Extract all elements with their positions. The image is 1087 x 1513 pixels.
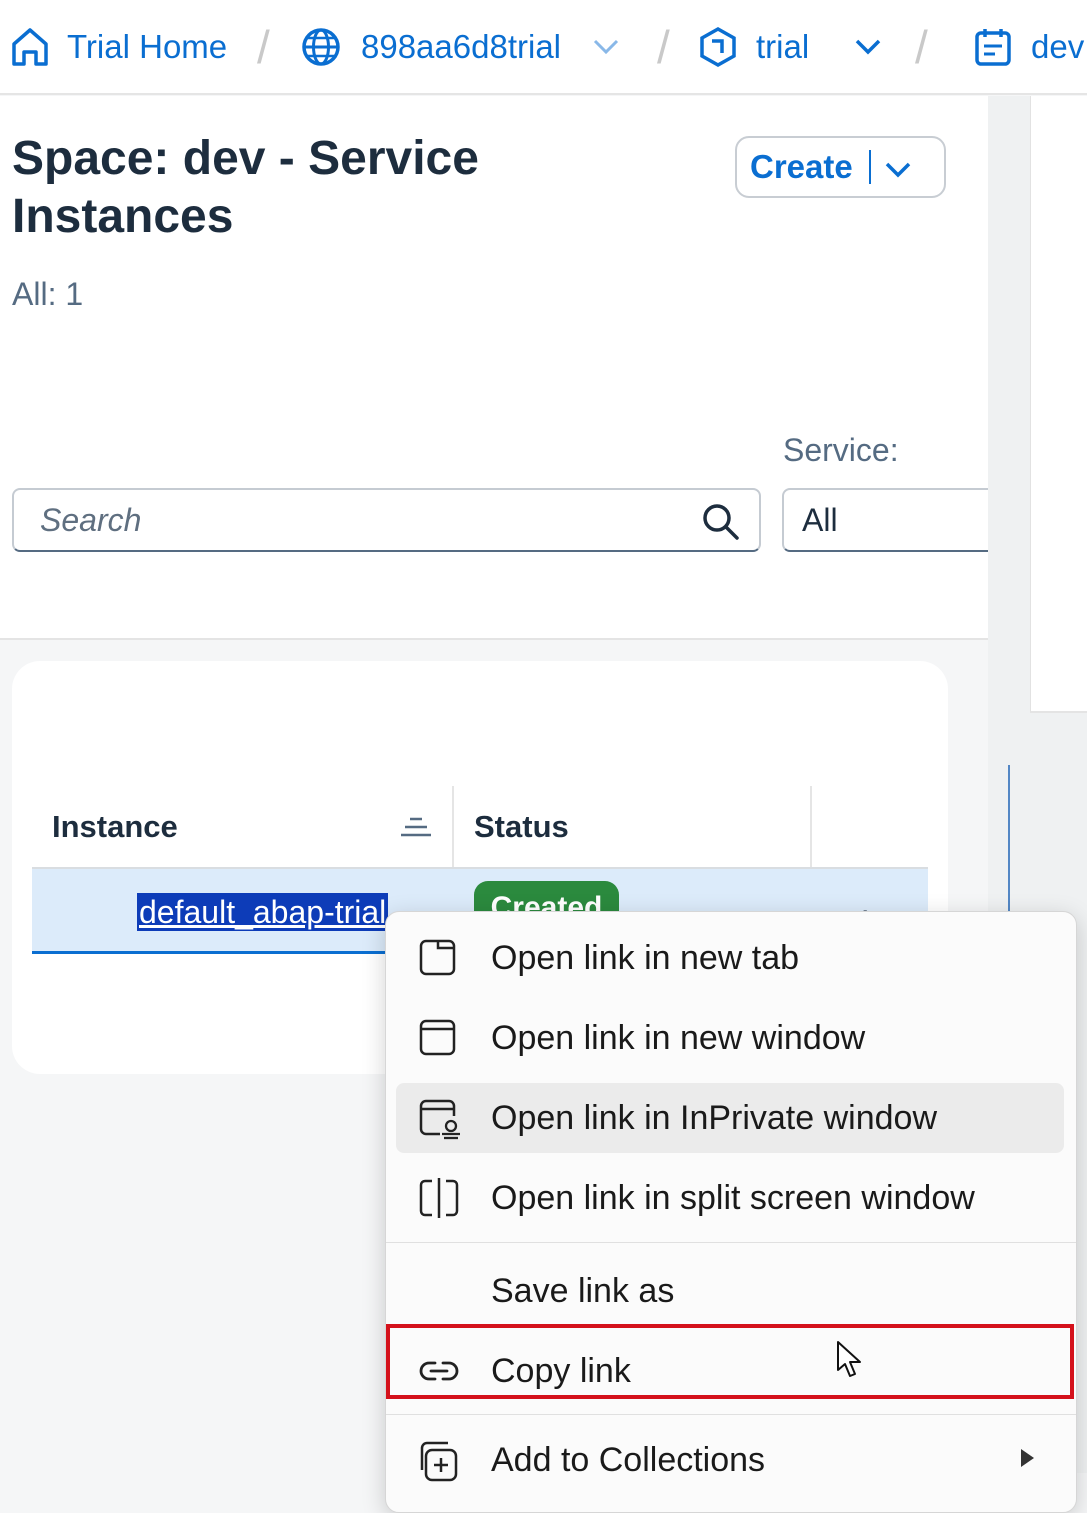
breadcrumb-home-label: Trial Home: [67, 28, 228, 65]
breadcrumb-org-label: trial: [756, 28, 810, 65]
collections-icon: [418, 1440, 458, 1482]
breadcrumb-separator: /: [657, 21, 670, 73]
menu-item-label: Open link in new window: [491, 1018, 866, 1057]
home-icon: [10, 26, 50, 68]
create-button-label: Create: [750, 148, 853, 185]
breadcrumb-separator: /: [257, 21, 270, 73]
instance-link[interactable]: default_abap-trial: [137, 893, 389, 931]
context-menu: Open link in new tab Open link in new wi…: [385, 911, 1077, 1513]
menu-item-label: Open link in split screen window: [491, 1178, 975, 1217]
chevron-down-icon[interactable]: [593, 39, 619, 55]
breadcrumb-subaccount[interactable]: 898aa6d8trial: [300, 20, 619, 74]
menu-item-add-to-collections[interactable]: Add to Collections: [396, 1425, 1064, 1495]
menu-separator: [386, 1242, 1076, 1243]
split-screen-icon: [418, 1178, 459, 1218]
divider: [868, 150, 871, 184]
menu-item-open-inprivate[interactable]: Open link in InPrivate window: [396, 1083, 1064, 1153]
submenu-arrow-icon: [1021, 1449, 1034, 1467]
sort-icon[interactable]: [400, 815, 432, 844]
copy-link-highlight: [386, 1324, 1074, 1399]
service-select-value: All: [802, 502, 838, 538]
mouse-cursor-icon: [836, 1340, 864, 1385]
menu-item-open-new-tab[interactable]: Open link in new tab: [396, 923, 1064, 993]
breadcrumb-separator: /: [915, 21, 928, 73]
breadcrumb-subaccount-label: 898aa6d8trial: [361, 28, 561, 65]
menu-item-label: Save link as: [491, 1271, 675, 1310]
create-button[interactable]: Create: [735, 136, 946, 198]
menu-item-save-link-as[interactable]: Save link as: [396, 1256, 1064, 1326]
breadcrumb-org[interactable]: trial: [698, 20, 881, 74]
chevron-down-icon[interactable]: [885, 148, 911, 186]
menu-item-label: Add to Collections: [491, 1440, 766, 1479]
page-title: Space: dev - Service Instances: [12, 132, 479, 243]
column-divider: [810, 786, 812, 868]
search-input[interactable]: Search: [12, 488, 761, 552]
breadcrumb-space[interactable]: dev: [973, 20, 1084, 74]
splitter[interactable]: [1008, 765, 1010, 925]
menu-item-open-new-window[interactable]: Open link in new window: [396, 1003, 1064, 1073]
new-window-icon: [418, 1018, 458, 1058]
menu-separator: [386, 1414, 1076, 1415]
new-tab-icon: [418, 938, 458, 978]
org-hexagon-icon: [698, 26, 738, 68]
instance-count: All: 1: [12, 276, 84, 312]
calendar-icon: [973, 26, 1013, 68]
column-header-status[interactable]: Status: [474, 786, 569, 868]
breadcrumb: Trial Home / 898aa6d8trial / trial / dev: [0, 0, 1087, 95]
chevron-down-icon[interactable]: [855, 39, 881, 55]
inprivate-window-icon: [418, 1098, 460, 1140]
service-select[interactable]: All: [782, 488, 988, 552]
column-divider: [452, 786, 454, 868]
service-filter-label: Service:: [783, 432, 899, 468]
search-placeholder: Search: [40, 502, 142, 538]
globe-icon: [300, 26, 342, 68]
column-header-instance[interactable]: Instance: [52, 786, 178, 868]
menu-item-label: Open link in InPrivate window: [491, 1098, 938, 1137]
breadcrumb-home[interactable]: Trial Home: [10, 20, 227, 74]
menu-item-label: Open link in new tab: [491, 938, 800, 977]
breadcrumb-space-label: dev: [1031, 28, 1085, 65]
side-panel: [1030, 96, 1087, 713]
search-icon[interactable]: [701, 502, 741, 547]
menu-item-open-split-screen[interactable]: Open link in split screen window: [396, 1163, 1064, 1233]
